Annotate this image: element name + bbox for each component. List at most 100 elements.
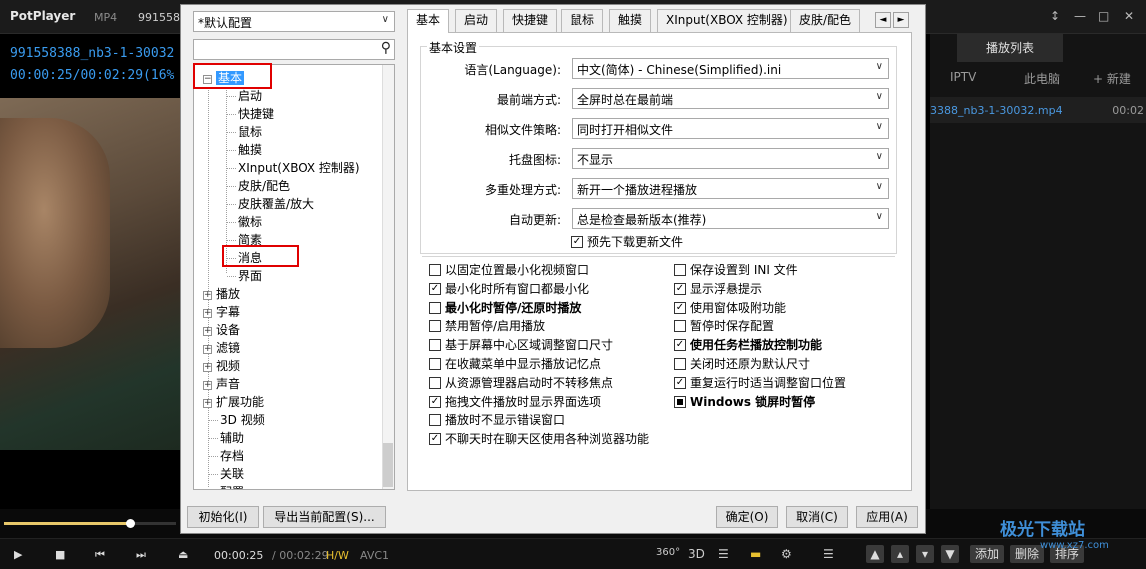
next-icon[interactable]: ⏭: [136, 548, 146, 562]
tree-item-plain[interactable]: 辅助: [220, 429, 244, 447]
checkbox-box[interactable]: [429, 339, 441, 352]
option-checkbox[interactable]: 关闭时还原为默认尺寸: [674, 356, 810, 372]
expand-icon[interactable]: +: [203, 381, 212, 390]
tree-item-group[interactable]: + 扩展功能: [203, 393, 264, 411]
checkbox-box[interactable]: [429, 433, 441, 446]
search-input[interactable]: ⚲: [193, 39, 395, 60]
checkbox-box[interactable]: [571, 236, 583, 248]
tree-item-child[interactable]: 触摸: [238, 141, 262, 159]
checkbox-box[interactable]: [429, 358, 441, 370]
initialize-button[interactable]: 初始化(I): [187, 506, 259, 528]
filter-icon[interactable]: ☰: [718, 547, 729, 561]
predownload-checkbox[interactable]: 预先下载更新文件: [571, 234, 683, 250]
setting-select[interactable]: 同时打开相似文件 ∨: [572, 118, 889, 139]
tree-item-plain[interactable]: 关联: [220, 465, 244, 483]
search-icon[interactable]: ⚲: [381, 40, 391, 56]
tab-iptv[interactable]: IPTV: [950, 70, 976, 84]
tab-hotkeys[interactable]: 快捷键: [503, 9, 558, 32]
option-checkbox[interactable]: 保存设置到 INI 文件: [674, 262, 798, 278]
checkbox-box[interactable]: [674, 264, 686, 276]
checkbox-box[interactable]: [674, 301, 686, 314]
seek-bar-handle[interactable]: [125, 519, 135, 528]
settings-tree[interactable]: − 基本 启动 快捷键 鼠标 触摸 XInput(XBOX 控制器) 皮肤/配色 皮肤覆盖/放大…: [193, 64, 395, 490]
close-icon[interactable]: ✕: [1124, 9, 1134, 23]
3d-icon[interactable]: 3D: [688, 547, 705, 561]
setting-select[interactable]: 总是检查最新版本(推荐) ∨: [572, 208, 889, 229]
tree-scroll-thumb[interactable]: [383, 443, 393, 487]
tree-item-group[interactable]: + 设备: [203, 321, 240, 339]
profile-select[interactable]: *默认配置 ∨: [193, 11, 395, 32]
option-checkbox[interactable]: 基于屏幕中心区域调整窗口尺寸: [429, 337, 613, 353]
checkbox-box[interactable]: [429, 301, 441, 314]
move-bottom-icon[interactable]: ▼: [941, 545, 959, 563]
option-checkbox[interactable]: 暂停时保存配置: [674, 318, 774, 334]
eject-icon[interactable]: ⏏: [178, 548, 188, 561]
vr-360-icon[interactable]: 360°: [656, 547, 680, 558]
checkbox-box[interactable]: [429, 376, 441, 389]
tree-item-child[interactable]: 界面: [238, 267, 262, 285]
option-checkbox[interactable]: Windows 锁屏时暂停: [674, 394, 815, 410]
checkbox-box[interactable]: [674, 339, 686, 352]
option-checkbox[interactable]: 禁用暂停/启用播放: [429, 318, 545, 334]
minimize-icon[interactable]: —: [1074, 9, 1086, 23]
checkbox-box[interactable]: [674, 320, 686, 333]
setting-select[interactable]: 中文(简体) - Chinese(Simplified).ini ∨: [572, 58, 889, 79]
tree-scrollbar[interactable]: [382, 65, 394, 489]
add-button[interactable]: 添加: [970, 545, 1004, 563]
option-checkbox[interactable]: 最小化时暂停/还原时播放: [429, 300, 581, 316]
hw-decode-badge[interactable]: H/W: [326, 549, 349, 562]
expand-icon[interactable]: +: [203, 363, 212, 372]
expand-icon[interactable]: +: [203, 291, 212, 300]
checkbox-box[interactable]: [429, 282, 441, 295]
checkbox-box[interactable]: [429, 414, 441, 427]
tab-playlist[interactable]: 播放列表: [957, 34, 1063, 62]
tree-item-plain[interactable]: 3D 视频: [220, 411, 265, 429]
tab-startup[interactable]: 启动: [455, 9, 498, 32]
cancel-button[interactable]: 取消(C): [786, 506, 848, 528]
move-top-icon[interactable]: ▲: [866, 545, 884, 563]
option-checkbox[interactable]: 显示浮悬提示: [674, 281, 762, 297]
delete-button[interactable]: 删除: [1010, 545, 1044, 563]
checkbox-box[interactable]: [429, 395, 441, 408]
apply-button[interactable]: 应用(A): [856, 506, 918, 528]
expand-icon[interactable]: +: [203, 345, 212, 354]
tree-item-child[interactable]: 鼠标: [238, 123, 262, 141]
option-checkbox[interactable]: 使用任务栏播放控制功能: [674, 337, 822, 353]
checkbox-box[interactable]: [674, 282, 686, 295]
checkbox-box[interactable]: [674, 376, 686, 389]
move-down-icon[interactable]: ▾: [916, 545, 934, 563]
tree-item-group[interactable]: + 声音: [203, 375, 240, 393]
tab-scroll-left-icon[interactable]: ◄: [875, 12, 891, 28]
tree-item-group[interactable]: + 播放: [203, 285, 240, 303]
tab-this-pc[interactable]: 此电脑: [1024, 70, 1060, 87]
previous-icon[interactable]: ⏮: [95, 548, 105, 562]
app-brand[interactable]: PotPlayer: [10, 9, 75, 23]
tree-item-child[interactable]: 启动: [238, 87, 262, 105]
export-config-button[interactable]: 导出当前配置(S)...: [263, 506, 386, 528]
seek-bar[interactable]: [4, 519, 176, 528]
option-checkbox[interactable]: 在收藏菜单中显示播放记忆点: [429, 356, 601, 372]
tab-basic[interactable]: 基本: [407, 9, 450, 33]
maximize-icon[interactable]: □: [1098, 9, 1109, 23]
tree-item-child[interactable]: XInput(XBOX 控制器): [238, 159, 360, 177]
tab-xinput[interactable]: XInput(XBOX 控制器): [657, 9, 797, 32]
subtitle-icon[interactable]: ▬: [750, 547, 761, 561]
stop-icon[interactable]: ■: [55, 548, 65, 561]
tree-item-group[interactable]: + 滤镜: [203, 339, 240, 357]
tree-item-child[interactable]: 皮肤覆盖/放大: [238, 195, 314, 213]
checkbox-box[interactable]: [674, 395, 686, 408]
move-up-icon[interactable]: ▴: [891, 545, 909, 563]
playlist-item[interactable]: 3388_nb3-1-30032.mp4 00:02: [930, 97, 1146, 123]
tab-touch[interactable]: 触摸: [609, 9, 652, 32]
tree-item-plain[interactable]: 配置: [220, 483, 244, 489]
checkbox-box[interactable]: [429, 264, 441, 276]
setting-select[interactable]: 新开一个播放进程播放 ∨: [572, 178, 889, 199]
setting-select[interactable]: 不显示 ∨: [572, 148, 889, 169]
checkbox-box[interactable]: [429, 320, 441, 333]
option-checkbox[interactable]: 拖拽文件播放时显示界面选项: [429, 394, 601, 410]
expand-icon[interactable]: +: [203, 399, 212, 408]
tab-scroll-right-icon[interactable]: ►: [893, 12, 909, 28]
option-checkbox[interactable]: 使用窗体吸附功能: [674, 300, 786, 316]
option-checkbox[interactable]: 不聊天时在聊天区使用各种浏览器功能: [429, 431, 649, 447]
option-checkbox[interactable]: 播放时不显示错误窗口: [429, 412, 565, 428]
